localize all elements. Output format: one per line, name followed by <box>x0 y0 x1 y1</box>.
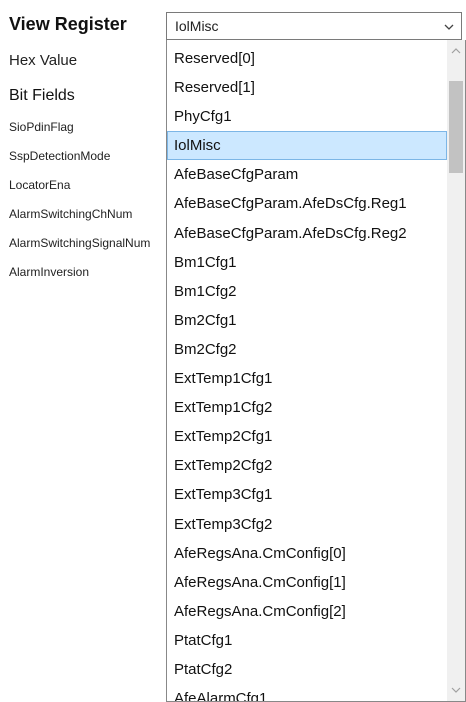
scroll-up-icon[interactable] <box>447 42 465 60</box>
register-option-list: Reserved[0] Reserved[1] PhyCfg1 IolMisc AfeB… <box>167 44 447 701</box>
register-option[interactable]: AfeBaseCfgParam.AfeDsCfg.Reg2 <box>167 219 447 248</box>
register-option[interactable]: ExtTemp1Cfg1 <box>167 364 447 393</box>
bit-field-sio-pdin-flag: SioPdinFlag <box>9 120 74 134</box>
bit-fields-label: Bit Fields <box>9 87 75 104</box>
register-option[interactable]: PtatCfg2 <box>167 655 447 684</box>
register-option[interactable]: ExtTemp2Cfg2 <box>167 451 447 480</box>
register-option[interactable]: AfeRegsAna.CmConfig[1] <box>167 568 447 597</box>
register-option[interactable]: Bm1Cfg1 <box>167 248 447 277</box>
register-option[interactable]: AfeRegsAna.CmConfig[0] <box>167 539 447 568</box>
register-option[interactable]: Reserved[1] <box>167 73 447 102</box>
register-option[interactable]: ExtTemp3Cfg1 <box>167 480 447 509</box>
bit-field-list: SioPdinFlag SspDetectionMode LocatorEna … <box>9 119 164 293</box>
register-option[interactable]: AfeBaseCfgParam <box>167 160 447 189</box>
bit-field-alarm-switching-signal-num: AlarmSwitchingSignalNum <box>9 236 151 250</box>
chevron-down-icon[interactable] <box>443 20 455 32</box>
register-option[interactable]: Bm2Cfg2 <box>167 335 447 364</box>
register-panel: View Register Hex Value Bit Fields SioPd… <box>0 0 164 702</box>
bit-field-alarm-inversion: AlarmInversion <box>9 265 90 279</box>
register-select[interactable]: IolMisc <box>166 12 462 40</box>
hex-value-label: Hex Value <box>9 52 78 69</box>
register-option[interactable]: AfeBaseCfgParam.AfeDsCfg.Reg1 <box>167 189 447 218</box>
register-option[interactable]: Bm2Cfg1 <box>167 306 447 335</box>
scrollbar-thumb[interactable] <box>449 81 463 173</box>
register-option[interactable]: IolMisc <box>167 131 447 161</box>
register-option[interactable]: Reserved[0] <box>167 44 447 73</box>
register-option[interactable]: PtatCfg1 <box>167 626 447 655</box>
bit-field-alarm-switching-ch-num: AlarmSwitchingChNum <box>9 207 133 221</box>
register-select-value: IolMisc <box>175 18 219 34</box>
register-option[interactable]: ExtTemp2Cfg1 <box>167 422 447 451</box>
register-option[interactable]: ExtTemp3Cfg2 <box>167 510 447 539</box>
view-register-title: View Register <box>9 14 127 34</box>
register-option[interactable]: ExtTemp1Cfg2 <box>167 393 447 422</box>
dropdown-scrollbar[interactable] <box>447 40 465 701</box>
register-option[interactable]: Bm1Cfg2 <box>167 277 447 306</box>
bit-field-locator-ena: LocatorEna <box>9 178 71 192</box>
register-dropdown-list[interactable]: Reserved[0] Reserved[1] PhyCfg1 IolMisc AfeB… <box>166 40 466 702</box>
scroll-down-icon[interactable] <box>447 681 465 699</box>
bit-field-ssp-detection-mode: SspDetectionMode <box>9 149 111 163</box>
register-option[interactable]: AfeAlarmCfg1 <box>167 684 447 701</box>
register-option[interactable]: AfeRegsAna.CmConfig[2] <box>167 597 447 626</box>
register-option[interactable]: PhyCfg1 <box>167 102 447 131</box>
